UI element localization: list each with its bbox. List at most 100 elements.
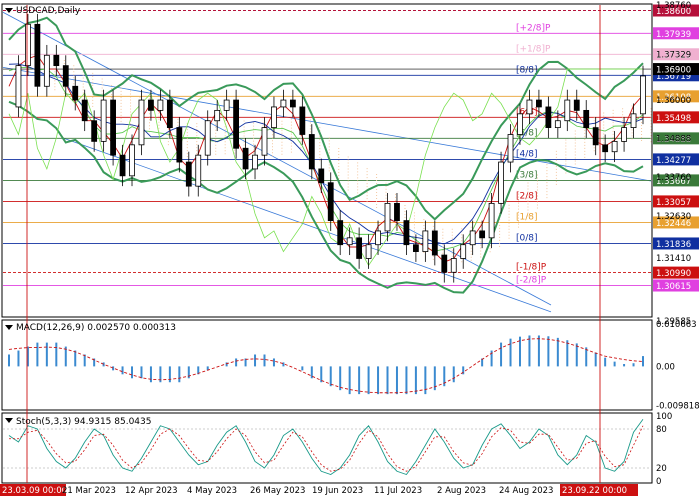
candle-body bbox=[62, 65, 69, 87]
murrey-label: [+2/8]P bbox=[516, 23, 551, 33]
macd-title: MACD(12,26,9) 0.002570 0.000313 bbox=[5, 323, 176, 333]
candle-body bbox=[611, 140, 618, 153]
price-tag-text: 1.37939 bbox=[656, 30, 691, 40]
candle-body bbox=[25, 23, 31, 67]
candle-body bbox=[166, 99, 173, 129]
candle-body bbox=[138, 99, 145, 146]
stoch-tick: 0 bbox=[656, 477, 661, 487]
time-tick: 11 Jul 2023 bbox=[374, 486, 422, 496]
murrey-label: [3/8] bbox=[516, 170, 538, 180]
candle-body bbox=[621, 127, 627, 142]
candle-body bbox=[573, 99, 580, 111]
candle-body bbox=[157, 99, 164, 111]
price-tag-text: 1.30615 bbox=[656, 282, 691, 292]
candle-body bbox=[422, 230, 429, 252]
candle-body bbox=[469, 230, 476, 246]
price-tag-text: 1.33057 bbox=[656, 198, 691, 208]
time-axis: 23.03.09 00:0021 Mar 2023 12 Apr 2023 4 Ma… bbox=[0, 484, 638, 496]
stoch-title: Stoch(5,3,3) 94.9315 85.0435 bbox=[5, 417, 151, 427]
current-price-text: 1.36900 bbox=[656, 66, 691, 76]
time-tick: 12 Apr 2023 bbox=[125, 486, 178, 496]
price-tick: 1.37329 bbox=[656, 50, 691, 60]
price-tag-text: 1.31836 bbox=[656, 240, 691, 250]
macd-label: MACD(12,26,9) 0.002570 0.000313 bbox=[16, 323, 176, 333]
candle-body bbox=[308, 134, 315, 170]
candle-body bbox=[450, 258, 457, 273]
candle-body bbox=[280, 99, 287, 108]
macd-tick: 0.00 bbox=[656, 362, 675, 372]
stoch-tick: 20 bbox=[656, 464, 667, 474]
candle-body bbox=[592, 127, 599, 146]
time-tag-text: 23.09.22 00:00 bbox=[562, 486, 627, 496]
candle-body bbox=[271, 106, 277, 129]
candle-body bbox=[346, 237, 353, 246]
price-tick: 1.34888 bbox=[656, 134, 691, 144]
candle-body bbox=[204, 120, 211, 156]
candle-body bbox=[43, 54, 50, 87]
candle-body bbox=[564, 99, 571, 122]
candle-body bbox=[185, 161, 192, 187]
murrey-label: [-2/8]P bbox=[516, 276, 547, 286]
price-tick: 1.32630 bbox=[656, 212, 691, 222]
price-tick: 1.38760 bbox=[656, 1, 691, 11]
candle-body bbox=[91, 120, 98, 142]
candle-body bbox=[602, 144, 609, 153]
candle-body bbox=[148, 99, 154, 111]
price-tag-text: 1.35498 bbox=[656, 114, 691, 124]
stoch-tick: 100 bbox=[656, 412, 672, 422]
stoch-label: Stoch(5,3,3) 94.9315 85.0435 bbox=[16, 417, 151, 427]
candle-body bbox=[479, 230, 486, 239]
price-tick: 1.33760 bbox=[656, 173, 691, 183]
time-tick: 26 May 2023 bbox=[250, 486, 305, 496]
symbol-title: USDCAD,Daily bbox=[5, 6, 81, 16]
candle-body bbox=[129, 144, 135, 177]
price-tick: 1.36000 bbox=[656, 96, 691, 106]
candle-body bbox=[507, 134, 514, 163]
candle-body bbox=[34, 23, 41, 87]
candle-body bbox=[53, 54, 60, 67]
murrey-label: [0/8] bbox=[516, 233, 538, 243]
candle-body bbox=[119, 154, 126, 177]
candle-body bbox=[233, 99, 240, 149]
candle-body bbox=[583, 109, 590, 129]
candle-body bbox=[488, 202, 495, 239]
price-axis: 1.386001.379391.373291.367191.361081.354… bbox=[653, 1, 699, 327]
candle-body bbox=[441, 254, 448, 273]
candle-body bbox=[536, 99, 542, 108]
time-tick: 4 May 2023 bbox=[187, 486, 237, 496]
candle-body bbox=[100, 99, 107, 142]
murrey-label: [4/8] bbox=[516, 149, 538, 159]
candle-body bbox=[252, 154, 258, 170]
murrey-label: [1/8] bbox=[516, 212, 538, 222]
candle-body bbox=[403, 220, 410, 246]
candle-body bbox=[431, 230, 438, 256]
candle-body bbox=[110, 99, 116, 156]
candle-body bbox=[545, 106, 552, 129]
price-tick: 1.31410 bbox=[656, 254, 691, 264]
candle-body bbox=[261, 127, 268, 156]
candle-body bbox=[498, 161, 504, 204]
candle-body bbox=[195, 154, 202, 187]
candle-body bbox=[630, 113, 637, 129]
candle-body bbox=[517, 113, 523, 135]
candle-body bbox=[318, 168, 325, 184]
time-tick: 24 Aug 2023 bbox=[499, 486, 553, 496]
price-tag-text: 1.34277 bbox=[656, 156, 691, 166]
murrey-label: [-1/8]P bbox=[516, 263, 547, 273]
stoch-tick: 80 bbox=[656, 425, 667, 435]
symbol-label: USDCAD,Daily bbox=[16, 6, 81, 16]
time-tag-text: 23.03.09 00:00 bbox=[2, 486, 67, 496]
candle-body bbox=[554, 120, 561, 129]
candle-body bbox=[223, 99, 230, 111]
candle-body bbox=[460, 244, 467, 259]
candle-body bbox=[15, 65, 22, 108]
time-tick: 19 Jun 2023 bbox=[312, 486, 363, 496]
candle-body bbox=[356, 237, 363, 259]
candle-body bbox=[299, 106, 306, 135]
macd-tick: -0.009818 bbox=[656, 401, 700, 411]
candle-body bbox=[214, 109, 221, 122]
candle-body bbox=[176, 127, 183, 163]
candle-body bbox=[375, 230, 381, 246]
chart-canvas: [+2/8]P[+1/8]P[8/8][6/8][5/8][4/8][3/8][… bbox=[0, 0, 700, 500]
candle-body bbox=[289, 99, 296, 108]
